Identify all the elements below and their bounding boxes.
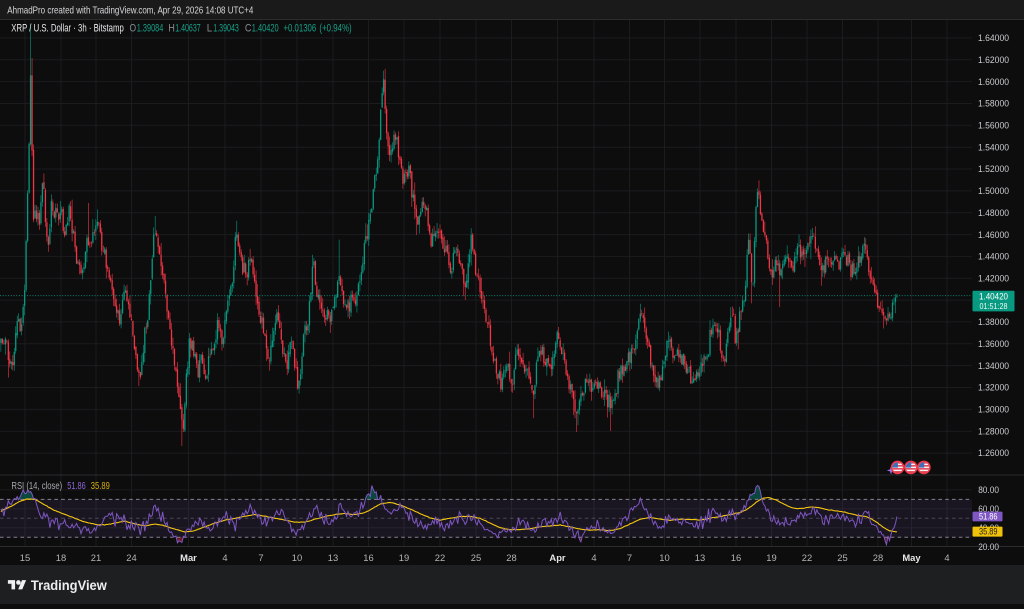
svg-text:35.89: 35.89: [91, 481, 110, 492]
svg-text:1.54000: 1.54000: [978, 142, 1009, 153]
svg-text:Apr: Apr: [549, 552, 565, 563]
svg-text:18: 18: [56, 552, 66, 563]
svg-text:1.42000: 1.42000: [978, 273, 1009, 284]
svg-text:1.50000: 1.50000: [978, 186, 1009, 197]
svg-text:7: 7: [627, 552, 632, 563]
svg-text:51.86: 51.86: [979, 511, 998, 521]
svg-text:1.40637: 1.40637: [175, 22, 201, 34]
svg-text:10: 10: [292, 552, 302, 563]
svg-text:25: 25: [471, 552, 481, 563]
svg-text:35.89: 35.89: [979, 527, 998, 537]
svg-text:May: May: [902, 552, 921, 563]
svg-text:22: 22: [802, 552, 812, 563]
svg-text:4: 4: [591, 552, 596, 563]
svg-text:1.40420: 1.40420: [252, 22, 279, 34]
svg-text:01:51:28: 01:51:28: [980, 301, 1008, 311]
svg-text:4: 4: [222, 552, 227, 563]
svg-text:1.39043: 1.39043: [213, 22, 239, 34]
svg-text:XRP / U.S. Dollar · 3h · Bitst: XRP / U.S. Dollar · 3h · Bitstamp: [11, 22, 124, 34]
svg-text:1.52000: 1.52000: [978, 164, 1009, 175]
svg-text:1.60000: 1.60000: [978, 77, 1009, 88]
svg-text:1.34000: 1.34000: [978, 361, 1009, 372]
svg-text:19: 19: [399, 552, 409, 563]
svg-text:19: 19: [766, 552, 776, 563]
svg-text:1.58000: 1.58000: [978, 99, 1009, 110]
svg-text:25: 25: [837, 552, 847, 563]
svg-text:H: H: [168, 22, 175, 34]
svg-text:+0.01306: +0.01306: [284, 22, 317, 34]
svg-text:O: O: [130, 22, 137, 34]
svg-text:1.56000: 1.56000: [978, 121, 1009, 132]
svg-text:C: C: [245, 22, 252, 34]
svg-text:22: 22: [435, 552, 445, 563]
svg-text:80.00: 80.00: [978, 485, 999, 496]
svg-text:28: 28: [873, 552, 883, 563]
svg-text:21: 21: [91, 552, 101, 563]
svg-text:1.26000: 1.26000: [978, 448, 1009, 459]
svg-text:(+0.94%): (+0.94%): [319, 22, 351, 34]
svg-text:1.32000: 1.32000: [978, 383, 1009, 394]
svg-text:28: 28: [506, 552, 516, 563]
svg-text:AhmadPro created with TradingV: AhmadPro created with TradingView.com, A…: [7, 5, 253, 16]
svg-text:1.44000: 1.44000: [978, 252, 1009, 263]
svg-text:16: 16: [731, 552, 741, 563]
svg-text:1.30000: 1.30000: [978, 405, 1009, 416]
svg-text:51.86: 51.86: [67, 481, 86, 492]
svg-text:16: 16: [363, 552, 373, 563]
svg-text:15: 15: [20, 552, 30, 563]
svg-text:13: 13: [695, 552, 705, 563]
svg-text:Mar: Mar: [180, 552, 197, 563]
svg-text:7: 7: [258, 552, 263, 563]
svg-text:1.46000: 1.46000: [978, 230, 1009, 241]
svg-text:1.36000: 1.36000: [978, 339, 1009, 350]
svg-text:1.28000: 1.28000: [978, 426, 1009, 437]
svg-text:13: 13: [328, 552, 338, 563]
svg-text:1.64000: 1.64000: [978, 33, 1009, 44]
svg-text:10: 10: [659, 552, 669, 563]
svg-text:1.39084: 1.39084: [137, 22, 164, 34]
svg-text:24: 24: [126, 552, 136, 563]
svg-text:1.38000: 1.38000: [978, 317, 1009, 328]
svg-text:1.62000: 1.62000: [978, 55, 1009, 66]
svg-text:TradingView: TradingView: [31, 578, 108, 594]
svg-text:1.48000: 1.48000: [978, 208, 1009, 219]
svg-text:RSI (14, close): RSI (14, close): [11, 481, 62, 492]
svg-text:4: 4: [944, 552, 949, 563]
svg-text:20.00: 20.00: [978, 542, 999, 553]
svg-text:L: L: [207, 22, 212, 34]
